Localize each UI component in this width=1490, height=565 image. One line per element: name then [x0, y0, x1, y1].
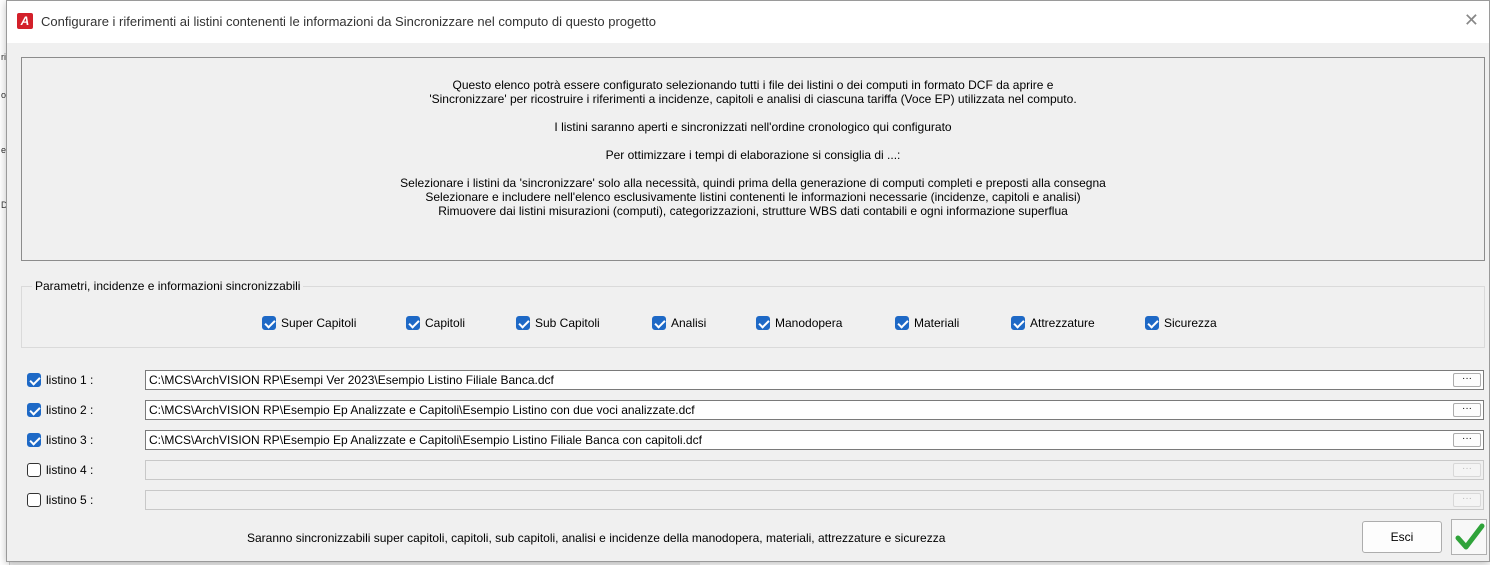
checkbox-label: Attrezzature: [1030, 316, 1095, 330]
checkbox-checked-icon[interactable]: [652, 316, 666, 330]
checkbox-sicurezza[interactable]: Sicurezza: [1145, 316, 1217, 330]
checkbox-checked-icon[interactable]: [756, 316, 770, 330]
listino-1-path-input[interactable]: C:\MCS\ArchVISION RP\Esempi Ver 2023\Ese…: [145, 370, 1484, 390]
checkbox-checked-icon[interactable]: [27, 433, 41, 447]
checkbox-checked-icon[interactable]: [262, 316, 276, 330]
listino-label: listino 3 :: [46, 433, 94, 447]
listino-label: listino 5 :: [46, 493, 94, 507]
listino-label: listino 1 :: [46, 373, 94, 387]
info-panel: Questo elenco potrà essere configurato s…: [21, 57, 1485, 261]
checkbox-unchecked-icon[interactable]: [27, 463, 41, 477]
checkbox-listino-1[interactable]: listino 1 :: [27, 373, 93, 387]
checkbox-sub-capitoli[interactable]: Sub Capitoli: [516, 316, 600, 330]
checkbox-checked-icon[interactable]: [895, 316, 909, 330]
sync-config-dialog: A Configurare i riferimenti ai listini c…: [6, 0, 1490, 562]
browse-listino-4-button[interactable]: ···: [1453, 463, 1481, 477]
checkbox-capitoli[interactable]: Capitoli: [406, 316, 465, 330]
checkbox-label: Materiali: [914, 316, 960, 330]
listino-2-path-input[interactable]: C:\MCS\ArchVISION RP\Esempio Ep Analizza…: [145, 400, 1484, 420]
checkbox-checked-icon[interactable]: [516, 316, 530, 330]
checkbox-checked-icon[interactable]: [27, 373, 41, 387]
checkbox-attrezzature[interactable]: Attrezzature: [1011, 316, 1095, 330]
title-bar: A Configurare i riferimenti ai listini c…: [7, 1, 1489, 43]
listino-4-path-input[interactable]: [145, 460, 1484, 480]
checkbox-materiali[interactable]: Materiali: [895, 316, 959, 330]
sync-summary-text: Saranno sincronizzabili super capitoli, …: [247, 531, 946, 545]
checkbox-listino-3[interactable]: listino 3 :: [27, 433, 93, 447]
listino-5-path-input[interactable]: [145, 490, 1484, 510]
checkbox-checked-icon[interactable]: [1145, 316, 1159, 330]
browse-listino-1-button[interactable]: ···: [1453, 373, 1481, 387]
checkbox-super-capitoli[interactable]: Super Capitoli: [262, 316, 356, 330]
confirm-button[interactable]: [1451, 519, 1487, 555]
checkbox-label: Capitoli: [425, 316, 466, 330]
checkbox-label: Super Capitoli: [281, 316, 357, 330]
checkbox-checked-icon[interactable]: [406, 316, 420, 330]
info-line: Rimuovere dai listini misurazioni (compu…: [438, 204, 1068, 218]
esci-button[interactable]: Esci: [1362, 521, 1442, 553]
checkbox-checked-icon[interactable]: [27, 403, 41, 417]
info-line: Selezionare i listini da 'sincronizzare'…: [400, 176, 1106, 190]
browse-listino-3-button[interactable]: ···: [1453, 433, 1481, 447]
listino-label: listino 2 :: [46, 403, 94, 417]
checkbox-label: Sub Capitoli: [535, 316, 600, 330]
info-line: I listini saranno aperti e sincronizzati…: [554, 120, 952, 134]
listino-3-path-input[interactable]: C:\MCS\ArchVISION RP\Esempio Ep Analizza…: [145, 430, 1484, 450]
checkbox-unchecked-icon[interactable]: [27, 493, 41, 507]
checkbox-analisi[interactable]: Analisi: [652, 316, 706, 330]
checkbox-listino-2[interactable]: listino 2 :: [27, 403, 93, 417]
checkbox-checked-icon[interactable]: [1011, 316, 1025, 330]
window-title: Configurare i riferimenti ai listini con…: [41, 14, 656, 29]
info-line: Selezionare e includere nell'elenco escl…: [425, 190, 1081, 204]
green-check-icon: [1455, 523, 1485, 550]
info-line: Questo elenco potrà essere configurato s…: [452, 78, 1054, 92]
checkbox-label: Sicurezza: [1164, 316, 1217, 330]
params-legend: Parametri, incidenze e informazioni sinc…: [32, 279, 304, 293]
checkbox-label: Analisi: [671, 316, 707, 330]
checkbox-manodopera[interactable]: Manodopera: [756, 316, 842, 330]
info-line: 'Sincronizzare' per ricostruire i riferi…: [429, 92, 1077, 106]
browse-listino-2-button[interactable]: ···: [1453, 403, 1481, 417]
checkbox-listino-5[interactable]: listino 5 :: [27, 493, 93, 507]
app-logo-icon: A: [17, 13, 33, 29]
checkbox-label: Manodopera: [775, 316, 843, 330]
listino-label: listino 4 :: [46, 463, 94, 477]
info-line: Per ottimizzare i tempi di elaborazione …: [605, 148, 901, 162]
checkbox-listino-4[interactable]: listino 4 :: [27, 463, 93, 477]
params-group: Parametri, incidenze e informazioni sinc…: [21, 279, 1485, 348]
browse-listino-5-button[interactable]: ···: [1453, 493, 1481, 507]
close-icon[interactable]: ✕: [1464, 10, 1479, 31]
